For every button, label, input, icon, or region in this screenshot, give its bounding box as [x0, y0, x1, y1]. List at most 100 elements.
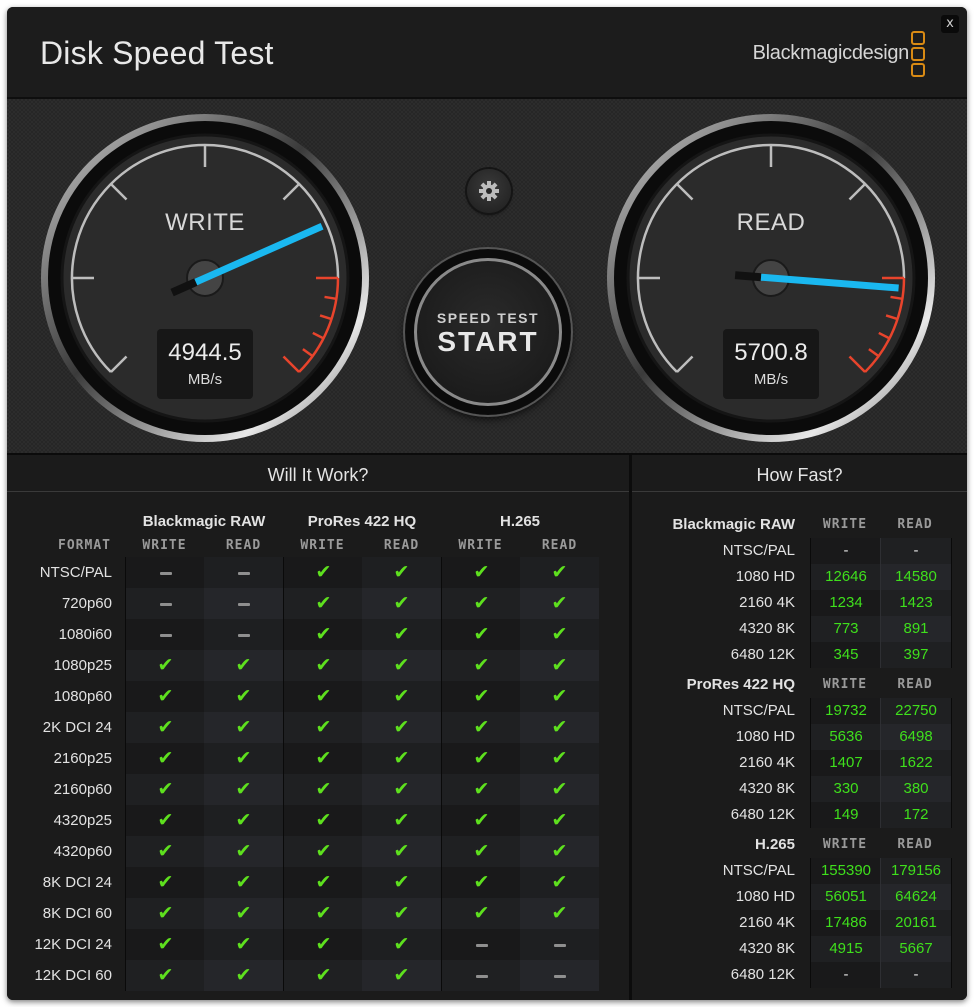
check-icon: ✔	[315, 778, 332, 800]
write-fps-value: -	[810, 962, 881, 988]
table-row: 1080 HD 56051 64624	[632, 884, 967, 910]
format-label: 12K DCI 24	[34, 936, 112, 953]
write-fps-value: 56051	[810, 884, 881, 910]
write-fps-value: 345	[810, 642, 881, 668]
table-row: NTSC/PAL 19732 22750	[632, 698, 967, 724]
supported-cell: ✔	[441, 836, 521, 867]
check-icon: ✔	[551, 840, 568, 862]
codec-header: H.265	[754, 836, 795, 853]
check-icon: ✔	[473, 716, 490, 738]
check-icon: ✔	[157, 964, 174, 986]
check-icon: ✔	[393, 716, 410, 738]
supported-cell: ✔	[204, 898, 283, 929]
read-fps-value: 14580	[880, 564, 952, 590]
resolution-label: NTSC/PAL	[722, 542, 795, 559]
supported-cell: ✔	[204, 774, 283, 805]
check-icon: ✔	[157, 871, 174, 893]
write-fps-value: 149	[810, 802, 881, 828]
supported-cell: ✔	[283, 650, 363, 681]
read-fps-value: 20161	[880, 910, 952, 936]
supported-cell: ✔	[362, 557, 441, 588]
check-icon: ✔	[473, 685, 490, 707]
table-row: 4320 8K 773 891	[632, 616, 967, 642]
unsupported-cell	[204, 588, 283, 619]
resolution-label: 6480 12K	[730, 806, 795, 823]
write-readout: 4944.5 MB/s	[157, 329, 253, 399]
table-row: 4320 8K 330 380	[632, 776, 967, 802]
codec-header: Blackmagic RAW	[142, 513, 266, 530]
check-icon: ✔	[157, 933, 174, 955]
supported-cell: ✔	[520, 836, 599, 867]
table-row: 2K DCI 24 ✔ ✔ ✔ ✔ ✔ ✔	[7, 712, 629, 743]
supported-cell: ✔	[441, 619, 521, 650]
read-readout: 5700.8 MB/s	[723, 329, 819, 399]
supported-cell: ✔	[125, 960, 205, 991]
write-speed-unit: MB/s	[187, 371, 223, 388]
table-row: 1080 HD 5636 6498	[632, 724, 967, 750]
table-row: 4320p60 ✔ ✔ ✔ ✔ ✔ ✔	[7, 836, 629, 867]
supported-cell: ✔	[204, 681, 283, 712]
dash-icon	[237, 572, 250, 575]
codec-header: Blackmagic RAW	[672, 516, 795, 533]
settings-button[interactable]	[467, 169, 511, 213]
format-label: 2160p60	[53, 781, 112, 798]
check-icon: ✔	[551, 654, 568, 676]
supported-cell: ✔	[362, 898, 441, 929]
supported-cell: ✔	[362, 619, 441, 650]
close-button[interactable]: x	[941, 15, 959, 33]
supported-cell: ✔	[520, 774, 599, 805]
write-fps-value: 330	[810, 776, 881, 802]
write-column-header: WRITE	[822, 677, 868, 692]
write-fps-value: 155390	[810, 858, 881, 884]
read-fps-value: 380	[880, 776, 952, 802]
check-icon: ✔	[315, 623, 332, 645]
check-icon: ✔	[551, 809, 568, 831]
check-icon: ✔	[315, 747, 332, 769]
supported-cell: ✔	[362, 712, 441, 743]
table-row: 4320 8K 4915 5667	[632, 936, 967, 962]
supported-cell: ✔	[125, 805, 205, 836]
check-icon: ✔	[235, 840, 252, 862]
table-row: 2160p25 ✔ ✔ ✔ ✔ ✔ ✔	[7, 743, 629, 774]
supported-cell: ✔	[283, 867, 363, 898]
blackmagic-logo-icon	[911, 31, 925, 79]
check-icon: ✔	[473, 902, 490, 924]
table-row: 12K DCI 24 ✔ ✔ ✔ ✔	[7, 929, 629, 960]
unsupported-cell	[520, 929, 599, 960]
supported-cell: ✔	[283, 681, 363, 712]
check-icon: ✔	[393, 871, 410, 893]
how-fast-panel: How Fast? Blackmagic RAW WRITE READ NTSC/PA…	[632, 455, 967, 1000]
supported-cell: ✔	[520, 588, 599, 619]
check-icon: ✔	[157, 840, 174, 862]
check-icon: ✔	[473, 747, 490, 769]
check-icon: ✔	[473, 840, 490, 862]
resolution-label: 2160 4K	[739, 594, 795, 611]
check-icon: ✔	[393, 902, 410, 924]
supported-cell: ✔	[283, 588, 363, 619]
read-fps-value: 64624	[880, 884, 952, 910]
supported-cell: ✔	[362, 588, 441, 619]
unsupported-cell	[125, 619, 205, 650]
codec-header: H.265	[499, 513, 541, 530]
supported-cell: ✔	[520, 898, 599, 929]
table-row: 4320p25 ✔ ✔ ✔ ✔ ✔ ✔	[7, 805, 629, 836]
read-fps-value: 5667	[880, 936, 952, 962]
supported-cell: ✔	[520, 805, 599, 836]
start-button[interactable]: SPEED TEST START	[405, 249, 571, 415]
write-fps-value: 19732	[810, 698, 881, 724]
unsupported-cell	[204, 619, 283, 650]
read-fps-value: -	[880, 962, 952, 988]
write-gauge: WRITE 4944.5 MB/s	[40, 113, 370, 443]
supported-cell: ✔	[362, 805, 441, 836]
table-row: 1080p25 ✔ ✔ ✔ ✔ ✔ ✔	[7, 650, 629, 681]
check-icon: ✔	[473, 623, 490, 645]
format-label: 2160p25	[53, 750, 112, 767]
supported-cell: ✔	[125, 867, 205, 898]
resolution-label: 2160 4K	[739, 754, 795, 771]
supported-cell: ✔	[125, 712, 205, 743]
format-label: 12K DCI 60	[34, 967, 112, 984]
check-icon: ✔	[551, 778, 568, 800]
read-column-header: READ	[897, 837, 933, 852]
supported-cell: ✔	[520, 681, 599, 712]
supported-cell: ✔	[204, 712, 283, 743]
